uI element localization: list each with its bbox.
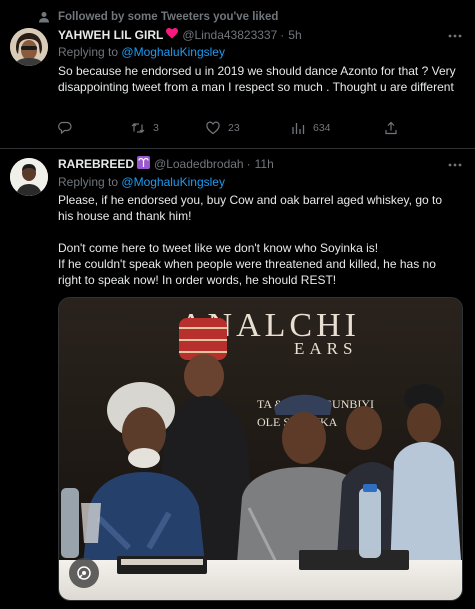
tweet-paragraph: Please, if he endorsed you, buy Cow and …: [58, 193, 443, 223]
replying-to-label: Replying to: [58, 175, 119, 189]
timestamp[interactable]: 11h: [255, 157, 274, 171]
retweet-button[interactable]: 3: [131, 118, 159, 138]
separator-dot: ·: [280, 28, 285, 42]
banner-sub: EARS: [294, 339, 357, 358]
share-icon: [385, 121, 397, 135]
tweet-text: So because he endorsed u in 2019 we shou…: [58, 63, 460, 95]
user-handle[interactable]: @Linda43823337: [182, 28, 277, 42]
replying-to: Replying to @MoghaluKingsley: [58, 175, 225, 189]
media-tag-button[interactable]: [69, 558, 99, 588]
views-icon: [292, 123, 305, 134]
timestamp[interactable]: 5h: [288, 28, 301, 42]
display-name[interactable]: YAHWEH LIL GIRL: [58, 28, 163, 42]
mention-link[interactable]: @MoghaluKingsley: [121, 45, 225, 59]
more-options-icon[interactable]: [447, 157, 463, 173]
tweet-text: Please, if he endorsed you, buy Cow and …: [58, 192, 460, 288]
reply-icon: [58, 121, 72, 135]
tweet-photo[interactable]: ANALCHI EARS TA & Yemi OGUNBIYI OLE SOYI…: [58, 297, 463, 601]
photo-illustration: ANALCHI EARS TA & Yemi OGUNBIYI OLE SOYI…: [59, 298, 462, 600]
like-button[interactable]: 23: [206, 118, 240, 138]
tweet[interactable]: YAHWEH LIL GIRL @Linda43823337 · 5h Repl…: [0, 0, 475, 148]
heart-outline-icon: [206, 121, 220, 135]
user-handle[interactable]: @Loadedbrodah: [154, 157, 244, 171]
tweet-header: RAREBREED @Loadedbrodah · 11h: [58, 156, 274, 172]
tweet-text-content: So because he endorsed u in 2019 we shou…: [58, 64, 456, 94]
like-count: 23: [228, 122, 240, 134]
mention-link[interactable]: @MoghaluKingsley: [121, 175, 225, 189]
tweet-paragraph: Don't come here to tweet like we don't k…: [58, 241, 379, 255]
heart-icon: [166, 28, 179, 42]
separator-dot: ·: [246, 157, 251, 171]
share-button[interactable]: [384, 118, 406, 138]
reply-button[interactable]: [58, 118, 80, 138]
media-icon: [77, 566, 91, 580]
views-button[interactable]: 634: [291, 118, 331, 138]
replying-to-label: Replying to: [58, 45, 119, 59]
view-count: 634: [313, 122, 331, 134]
avatar[interactable]: [10, 28, 48, 66]
display-name[interactable]: RAREBREED: [58, 157, 134, 171]
avatar[interactable]: [10, 158, 48, 196]
tweet-paragraph: If he couldn't speak when people were th…: [58, 257, 436, 287]
retweet-icon: [131, 123, 145, 133]
tweet-actions: 3 23 634: [58, 118, 418, 138]
replying-to: Replying to @MoghaluKingsley: [58, 45, 225, 59]
tweet-header: YAHWEH LIL GIRL @Linda43823337 · 5h: [58, 27, 302, 43]
retweet-count: 3: [153, 122, 159, 134]
aries-icon: [137, 156, 151, 172]
more-options-icon[interactable]: [447, 28, 463, 44]
